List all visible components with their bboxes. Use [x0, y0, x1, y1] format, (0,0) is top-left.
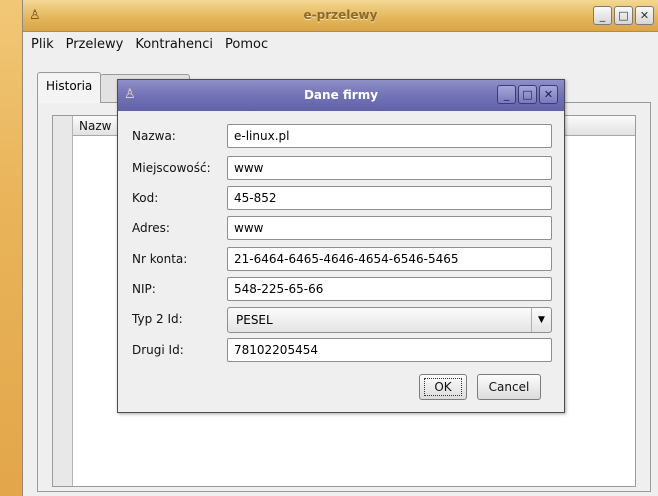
- adres-row: Adres: www: [132, 216, 552, 240]
- nazwa-label: Nazwa:: [132, 129, 176, 143]
- cancel-button[interactable]: Cancel: [477, 374, 541, 400]
- company-data-dialog: ♙ Dane firmy _ □ ✕ Nazwa: e-linux.pl Mie…: [117, 79, 565, 413]
- nip-field[interactable]: 548-225-65-66: [227, 277, 552, 301]
- typ-2-id-value: PESEL: [236, 313, 273, 327]
- kod-label: Kod:: [132, 191, 159, 205]
- close-icon[interactable]: ✕: [539, 85, 558, 104]
- dialog-titlebar[interactable]: ♙ Dane firmy _ □ ✕: [118, 80, 564, 111]
- nazwa-field[interactable]: e-linux.pl: [227, 124, 552, 148]
- menubar: Plik Przelewy Kontrahenci Pomoc: [23, 32, 658, 56]
- miejscowosc-field[interactable]: www: [227, 156, 552, 180]
- nip-label: NIP:: [132, 282, 156, 296]
- nazwa-row: Nazwa: e-linux.pl: [132, 124, 552, 148]
- maximize-icon[interactable]: □: [614, 6, 633, 25]
- menu-plik[interactable]: Plik: [25, 37, 60, 52]
- kod-row: Kod: 45-852: [132, 186, 552, 210]
- adres-field[interactable]: www: [227, 216, 552, 240]
- desktop-background: [0, 0, 22, 496]
- maximize-icon[interactable]: □: [518, 85, 537, 104]
- minimize-icon[interactable]: _: [593, 6, 612, 25]
- typ-2-id-label: Typ 2 Id:: [132, 312, 183, 326]
- main-titlebar[interactable]: ♙ e-przelewy _ □ ✕: [23, 0, 658, 32]
- nr-konta-row: Nr konta: 21-6464-6465-4646-4654-6546-54…: [132, 247, 552, 271]
- ok-button-label: OK: [434, 380, 452, 394]
- menu-kontrahenci[interactable]: Kontrahenci: [129, 37, 219, 52]
- typ-2-id-row: Typ 2 Id: PESEL ▼: [132, 307, 552, 333]
- nip-row: NIP: 548-225-65-66: [132, 277, 552, 301]
- typ-2-id-select[interactable]: PESEL ▼: [227, 307, 552, 333]
- chevron-down-icon[interactable]: ▼: [531, 308, 551, 332]
- menu-pomoc[interactable]: Pomoc: [219, 37, 274, 52]
- nr-konta-field[interactable]: 21-6464-6465-4646-4654-6546-5465: [227, 247, 552, 271]
- miejscowosc-label: Miejscowość:: [132, 161, 211, 175]
- drugi-id-row: Drugi Id: 78102205454: [132, 338, 552, 362]
- nr-konta-label: Nr konta:: [132, 252, 188, 266]
- close-icon[interactable]: ✕: [635, 6, 654, 25]
- drugi-id-field[interactable]: 78102205454: [227, 338, 552, 362]
- kod-field[interactable]: 45-852: [227, 186, 552, 210]
- tab-historia[interactable]: Historia: [37, 72, 102, 103]
- table-row-header: [53, 116, 73, 486]
- menu-przelewy[interactable]: Przelewy: [60, 37, 130, 52]
- cancel-button-label: Cancel: [488, 380, 530, 394]
- drugi-id-label: Drugi Id:: [132, 343, 184, 357]
- ok-button[interactable]: OK: [419, 374, 467, 400]
- column-header-nazwa[interactable]: Nazw: [79, 119, 111, 133]
- miejscowosc-row: Miejscowość: www: [132, 156, 552, 180]
- minimize-icon[interactable]: _: [497, 85, 516, 104]
- adres-label: Adres:: [132, 221, 170, 235]
- window-title: e-przelewy: [303, 8, 378, 22]
